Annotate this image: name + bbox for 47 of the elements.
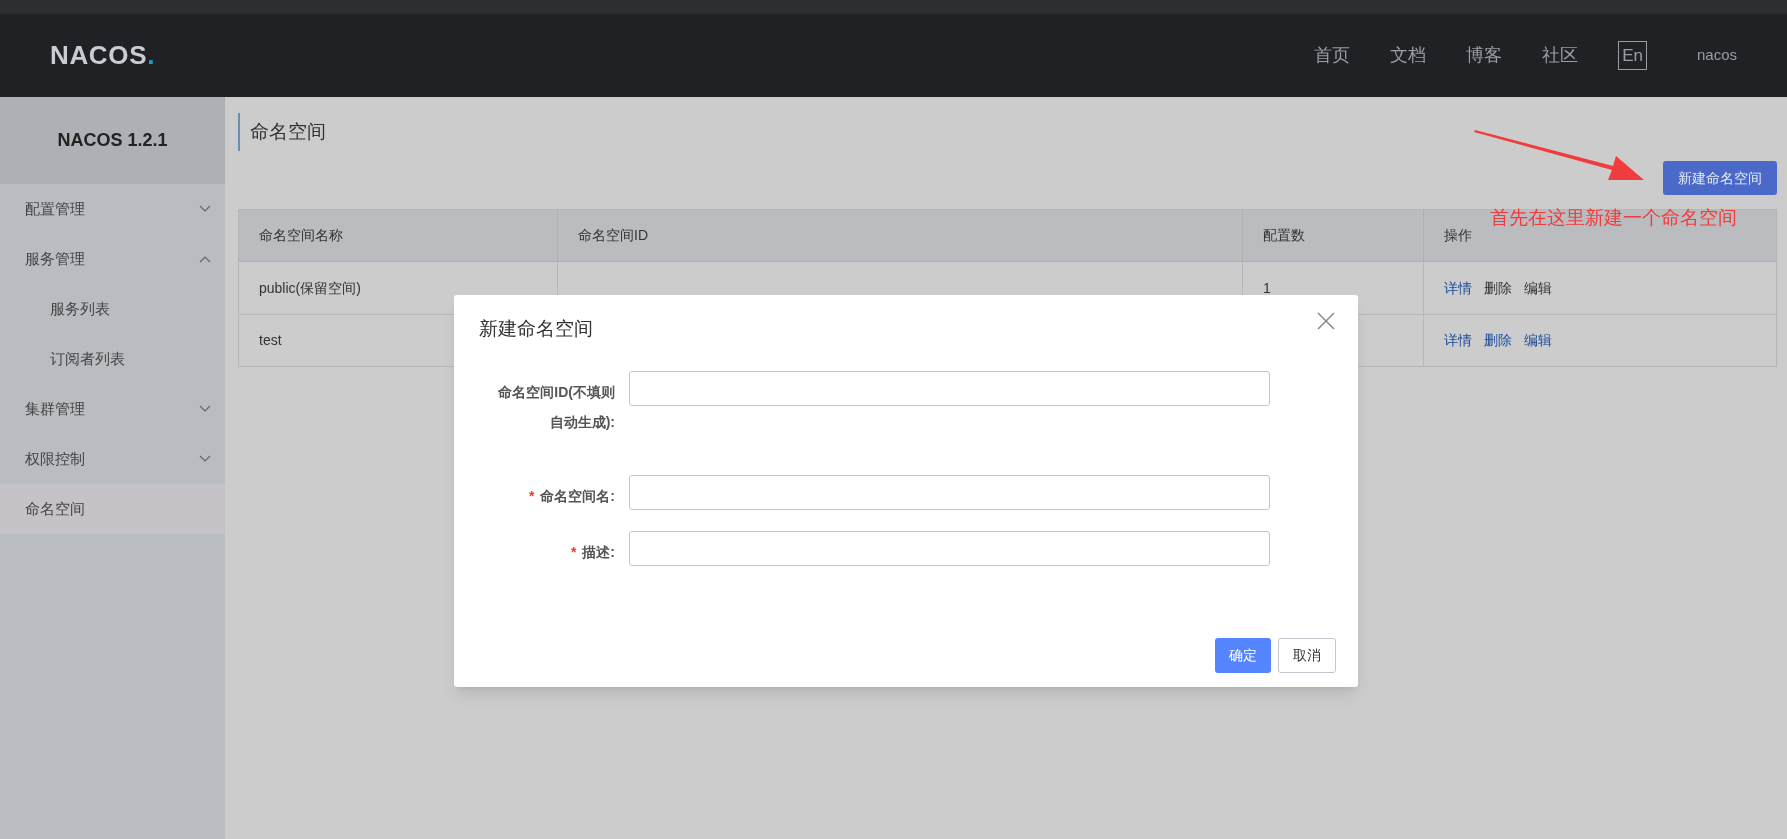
page-title: 命名空间 [238,113,334,151]
action-link[interactable]: 删除 [1484,277,1512,299]
sidebar-subitem[interactable]: 订阅者列表 [0,334,225,384]
nav-link[interactable]: 博客 [1466,42,1503,69]
action-link[interactable]: 编辑 [1524,277,1552,299]
close-icon[interactable] [1317,312,1335,330]
user-name[interactable]: nacos [1696,44,1737,67]
action-link[interactable]: 删除 [1484,330,1512,351]
column-header: 操作 [1444,226,1472,245]
confirm-button[interactable]: 确定 [1215,638,1271,673]
chevron-down-icon [199,405,211,413]
table-cell-text: 1 [1263,278,1271,298]
nav-link[interactable]: 文档 [1390,42,1427,69]
dialog-title: 新建命名空间 [479,317,593,341]
sidebar-item[interactable]: 权限控制 [0,434,225,484]
text-field[interactable] [629,530,1270,566]
text-field[interactable] [629,370,1270,406]
chevron-up-icon [199,255,211,263]
chevron-down-icon [199,455,211,463]
action-link[interactable]: 详情 [1444,330,1472,351]
nav-link[interactable]: 首页 [1314,42,1351,69]
language-button[interactable]: En [1618,40,1647,71]
table-cell-text: test [259,331,282,350]
table-cell-text: public(保留空间) [259,278,361,298]
cancel-button[interactable]: 取消 [1278,638,1336,673]
nav-link[interactable]: 社区 [1542,42,1579,69]
column-header: 命名空间ID [578,226,648,245]
create-namespace-button[interactable]: 新建命名空间 [1663,161,1777,195]
column-header: 配置数 [1263,226,1305,245]
sidebar-item[interactable]: 配置管理 [0,184,225,234]
sidebar-item[interactable]: 服务管理 [0,234,225,284]
column-header: 命名空间名称 [259,226,343,245]
text-field[interactable] [629,474,1270,510]
field-label: 命名空间名: [540,486,615,506]
sidebar-item[interactable]: 命名空间 [0,484,225,534]
sidebar-title: NACOS 1.2.1 [0,97,225,184]
action-link[interactable]: 编辑 [1524,330,1552,351]
action-link[interactable]: 详情 [1444,277,1472,299]
field-label: 命名空间ID(不填则自动生成): [497,382,615,432]
sidebar-item[interactable]: 集群管理 [0,384,225,434]
field-label: 描述: [582,542,615,562]
required-mark: * [570,542,577,562]
logo: NACOS. [50,39,156,72]
annotation-text: 首先在这里新建一个命名空间 [1490,206,1737,230]
required-mark: * [528,486,535,506]
chevron-down-icon [199,205,211,213]
sidebar-subitem[interactable]: 服务列表 [0,284,225,334]
